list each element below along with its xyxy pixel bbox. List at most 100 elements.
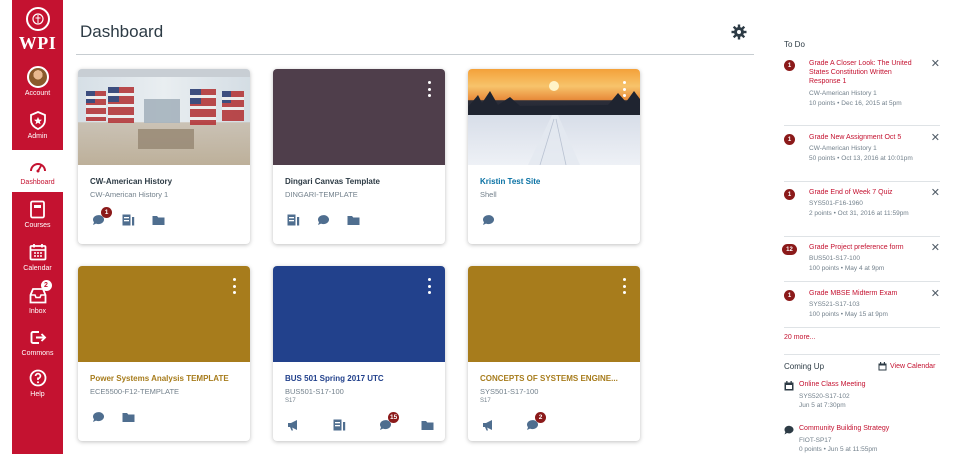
course-card-title[interactable]: CONCEPTS OF SYSTEMS ENGINE... — [480, 374, 618, 383]
todo-item-course: CW-American History 1 — [809, 90, 877, 97]
shield-icon — [27, 109, 49, 131]
divider — [784, 281, 940, 282]
course-card-title[interactable]: CW-American History — [90, 177, 172, 186]
todo-item[interactable]: 1 Grade New Assignment Oct 5 CW-American… — [784, 131, 940, 182]
announcements-icon[interactable] — [287, 418, 333, 432]
course-card-image — [468, 69, 640, 165]
more-options-icon[interactable] — [427, 278, 431, 294]
nav-courses[interactable]: Courses — [12, 198, 63, 229]
course-card-term: S17 — [480, 398, 491, 404]
divider — [784, 236, 940, 237]
course-card[interactable]: CONCEPTS OF SYSTEMS ENGINE... SYS501-S17… — [468, 266, 640, 441]
more-options-icon[interactable] — [427, 81, 431, 97]
todo-item[interactable]: 1 Grade A Closer Look: The United States… — [784, 57, 940, 126]
divider — [784, 354, 940, 355]
todo-item-course: BUS501-S17-100 — [809, 255, 860, 262]
more-options-icon[interactable] — [622, 278, 626, 294]
files-icon[interactable] — [421, 418, 445, 432]
dismiss-icon[interactable]: ✕ — [931, 186, 940, 199]
dismiss-icon[interactable]: ✕ — [931, 287, 940, 300]
course-card-code: BUS501-S17-100 — [285, 387, 344, 396]
coming-up-item[interactable]: Online Class Meeting SYS520-S17-102 Jun … — [784, 381, 940, 415]
discussions-icon[interactable]: 15 — [379, 412, 421, 432]
course-card[interactable]: CW-American History CW-American History … — [78, 69, 250, 244]
nav-courses-label: Courses — [24, 222, 51, 229]
todo-item-course: SYS521-S17-103 — [809, 301, 860, 308]
files-icon[interactable] — [152, 213, 182, 227]
todo-item[interactable]: 12 Grade Project preference form BUS501-… — [782, 241, 940, 282]
course-card-color — [78, 266, 250, 362]
course-card[interactable]: Power Systems Analysis TEMPLATE ECE5500-… — [78, 266, 250, 441]
unread-badge: 15 — [388, 412, 400, 423]
coming-up-title[interactable]: Community Building Strategy — [799, 425, 889, 432]
gear-icon[interactable] — [731, 24, 747, 40]
divider — [784, 327, 940, 328]
coming-up-title[interactable]: Online Class Meeting — [799, 381, 866, 388]
wpi-logo[interactable]: WPI — [12, 0, 63, 62]
coming-up-item[interactable]: Community Building Strategy FIOT-SP17 0 … — [784, 425, 940, 454]
course-card[interactable]: Dingari Canvas Template DINGARI-TEMPLATE — [273, 69, 445, 244]
nav-commons[interactable]: Commons — [12, 326, 63, 357]
discussions-icon[interactable] — [482, 213, 512, 227]
todo-item-course: SYS501-F16-1960 — [809, 200, 863, 207]
course-card-color — [468, 266, 640, 362]
help-icon — [27, 367, 49, 389]
todo-item-title[interactable]: Grade MBSE Midterm Exam — [809, 289, 919, 298]
nav-help-label: Help — [30, 391, 45, 398]
course-card-code: CW-American History 1 — [90, 190, 169, 199]
todo-item-title[interactable]: Grade A Closer Look: The United States C… — [809, 59, 919, 86]
nav-dashboard[interactable]: Dashboard — [12, 150, 63, 192]
course-card-image — [78, 69, 250, 165]
todo-item-title[interactable]: Grade End of Week 7 Quiz — [809, 188, 919, 197]
course-card-title[interactable]: Dingari Canvas Template — [285, 177, 380, 186]
course-card-color — [273, 69, 445, 165]
announcements-icon[interactable]: 1 — [92, 207, 122, 227]
todo-count-badge: 1 — [784, 290, 795, 301]
discussions-icon[interactable] — [92, 410, 122, 424]
nav-account[interactable]: Account — [12, 66, 63, 97]
dismiss-icon[interactable]: ✕ — [931, 241, 940, 254]
course-card[interactable]: Kristin Test Site Shell — [468, 69, 640, 244]
todo-item-meta: 50 points • Oct 13, 2016 at 10:01pm — [809, 155, 913, 162]
assignments-icon[interactable] — [122, 213, 152, 227]
discussions-icon[interactable] — [317, 213, 347, 227]
course-card-title[interactable]: Power Systems Analysis TEMPLATE — [90, 374, 229, 383]
calendar-icon — [784, 381, 794, 391]
todo-count-badge: 1 — [784, 134, 795, 145]
coming-up-heading: Coming Up — [784, 362, 825, 371]
course-card-code: DINGARI-TEMPLATE — [285, 190, 358, 199]
nav-inbox[interactable]: 2 Inbox — [12, 280, 63, 315]
nav-commons-label: Commons — [21, 350, 54, 357]
nav-admin[interactable]: Admin — [12, 109, 63, 140]
todo-count-badge: 1 — [784, 189, 795, 200]
todo-item[interactable]: 1 Grade End of Week 7 Quiz SYS501-F16-19… — [784, 186, 940, 237]
todo-item[interactable]: 1 Grade MBSE Midterm Exam SYS521-S17-103… — [784, 287, 940, 328]
todo-more-link[interactable]: 20 more... — [784, 334, 816, 341]
discussions-icon[interactable]: 2 — [526, 412, 556, 432]
course-card[interactable]: BUS 501 Spring 2017 UTC BUS501-S17-100 S… — [273, 266, 445, 441]
coming-up-course: SYS520-S17-102 — [799, 393, 850, 400]
course-card-title[interactable]: Kristin Test Site — [480, 177, 540, 186]
announcements-icon[interactable] — [482, 418, 526, 432]
wpi-seal-icon — [25, 7, 50, 31]
nav-calendar[interactable]: Calendar — [12, 241, 63, 272]
nav-help[interactable]: Help — [12, 367, 63, 398]
divider — [784, 181, 940, 182]
files-icon[interactable] — [347, 213, 377, 227]
assignments-icon[interactable] — [333, 418, 379, 432]
assignments-icon[interactable] — [287, 213, 317, 227]
dismiss-icon[interactable]: ✕ — [931, 131, 940, 144]
todo-item-title[interactable]: Grade New Assignment Oct 5 — [809, 133, 919, 142]
view-calendar-link[interactable]: View Calendar — [878, 362, 935, 371]
unread-badge: 2 — [535, 412, 546, 423]
course-card-title[interactable]: BUS 501 Spring 2017 UTC — [285, 374, 384, 383]
more-options-icon[interactable] — [232, 278, 236, 294]
inbox-icon: 2 — [27, 280, 52, 306]
dismiss-icon[interactable]: ✕ — [931, 57, 940, 70]
unread-badge: 1 — [101, 207, 112, 218]
more-options-icon[interactable] — [622, 81, 626, 97]
todo-item-title[interactable]: Grade Project preference form — [809, 243, 919, 252]
todo-count-badge: 1 — [784, 60, 795, 71]
view-calendar-label[interactable]: View Calendar — [890, 363, 935, 370]
files-icon[interactable] — [122, 410, 152, 424]
